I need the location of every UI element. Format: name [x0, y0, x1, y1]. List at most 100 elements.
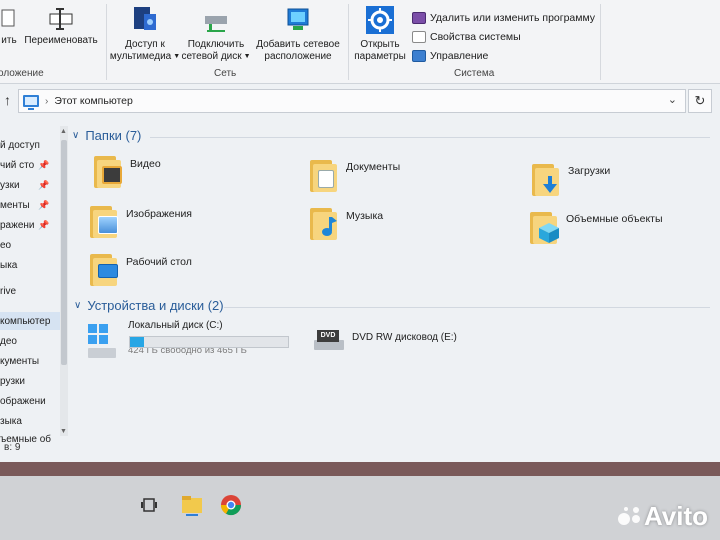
sys-item-label: Удалить или изменить программу: [430, 12, 596, 24]
nav-item-label: компьютер: [0, 315, 51, 327]
pin-icon: 📌: [38, 199, 50, 210]
drive-usage-bar: [129, 336, 289, 348]
copy-path-icon: [1, 9, 15, 27]
ribbon: ить Переименовать оложение Доступ к муль…: [0, 0, 720, 84]
chrome-icon[interactable]: [220, 494, 242, 516]
nav-item-label: кументы: [0, 355, 40, 367]
nav-item-pc-music[interactable]: зыка: [0, 412, 22, 430]
rename-button[interactable]: Переименовать: [22, 6, 100, 47]
nav-item-label: зыка: [0, 415, 22, 427]
downloads-folder-icon: [532, 160, 562, 196]
nav-item-label: део: [0, 335, 17, 347]
open-settings-button[interactable]: Открыть параметры: [350, 4, 410, 63]
dvd-drive-icon: DVD: [314, 330, 344, 352]
dvd-badge: DVD: [317, 330, 339, 342]
chevron-right-icon[interactable]: ›: [45, 96, 48, 107]
up-arrow-icon[interactable]: ↑: [4, 92, 11, 108]
refresh-icon: ↻: [694, 93, 706, 108]
address-path[interactable]: Этот компьютер: [54, 95, 133, 107]
nav-item-documents[interactable]: менты 📌: [0, 196, 49, 214]
folder-name: Изображения: [126, 208, 192, 220]
nav-item-quick-access[interactable]: й доступ: [0, 136, 40, 154]
nav-item-label: узки: [0, 179, 20, 191]
task-view-icon[interactable]: [140, 496, 160, 514]
nav-item-this-pc[interactable]: компьютер: [0, 312, 62, 330]
status-bar-count: в: 9: [4, 442, 21, 453]
ribbon-button-label: Открыть параметры: [354, 39, 406, 62]
sys-item-label: Свойства системы: [430, 31, 521, 43]
refresh-button[interactable]: ↻: [688, 89, 712, 113]
chevron-down-icon[interactable]: ∨: [74, 300, 81, 311]
media-server-icon: [134, 7, 156, 30]
folder-item-video[interactable]: Видео: [94, 152, 161, 188]
folder-name: Объемные объекты: [566, 213, 663, 225]
section-divider: [150, 137, 710, 138]
folders-section-header[interactable]: ∨ Папки (7): [72, 128, 141, 143]
network-drive-icon: [205, 16, 227, 32]
media-access-text: Доступ к мультимедиа: [109, 39, 172, 62]
folder-item-desktop[interactable]: Рабочий стол: [90, 250, 192, 286]
nav-scrollbar-thumb[interactable]: [61, 140, 67, 365]
system-group-label: Система: [454, 68, 495, 79]
section-title: Папки (7): [85, 128, 142, 143]
drive-item-dvd[interactable]: DVD DVD RW дисковод (E:): [314, 330, 457, 352]
file-explorer-taskbar-icon[interactable]: [180, 494, 204, 516]
nav-item-pc-documents[interactable]: кументы: [0, 352, 39, 370]
nav-item-pc-downloads[interactable]: рузки: [0, 372, 25, 390]
chevron-down-icon[interactable]: ⌄: [668, 93, 677, 106]
nav-item-music[interactable]: ыка: [0, 256, 17, 274]
manage-link[interactable]: Управление: [412, 48, 488, 64]
folder-item-downloads[interactable]: Загрузки: [532, 160, 610, 196]
folder-item-pictures[interactable]: Изображения: [90, 202, 192, 238]
ribbon-button-label: Доступ к мультимедиа ▼: [110, 39, 180, 62]
drive-name: Локальный диск (C:): [128, 320, 223, 331]
drives-section-header[interactable]: ∨ Устройства и диски (2): [74, 298, 224, 313]
folder-item-3d-objects[interactable]: Объемные объекты: [530, 208, 663, 244]
ribbon-button-label: Переименовать: [24, 35, 98, 46]
drive-name: DVD RW дисковод (E:): [352, 332, 457, 343]
ribbon-separator: [600, 4, 601, 80]
watermark-text: Avito: [643, 501, 708, 531]
nav-item-video[interactable]: ео: [0, 236, 11, 254]
nav-item-pc-pictures[interactable]: ображени: [0, 392, 46, 410]
nav-item-desktop[interactable]: чий сто 📌: [0, 156, 49, 174]
ribbon-button-label: Добавить сетевое расположение: [256, 39, 340, 62]
scroll-down-icon[interactable]: ▼: [60, 428, 67, 435]
nav-item-label: ображени: [0, 395, 46, 407]
pin-icon: 📌: [38, 179, 50, 190]
nav-item-label: рузки: [0, 375, 25, 387]
programs-icon: [412, 12, 426, 24]
system-properties-link[interactable]: Свойства системы: [412, 29, 521, 45]
nav-item-downloads[interactable]: узки 📌: [0, 176, 49, 194]
taskbar: [0, 476, 720, 540]
nav-item-onedrive[interactable]: rive: [0, 282, 16, 300]
address-bar[interactable]: › Этот компьютер ⌄: [18, 89, 686, 113]
address-row: ↑ › Этот компьютер ⌄ ↻: [0, 86, 720, 114]
rename-partial-button[interactable]: ить: [0, 6, 20, 47]
ribbon-separator: [348, 4, 349, 80]
media-access-button[interactable]: Доступ к мультимедиа ▼: [108, 4, 182, 63]
map-network-drive-button[interactable]: Подключить сетевой диск ▼: [180, 4, 252, 63]
pictures-folder-icon: [90, 202, 120, 238]
pin-icon: 📌: [38, 219, 50, 230]
this-pc-icon: [23, 95, 39, 110]
chevron-down-icon: ▼: [243, 53, 251, 60]
add-network-location-button[interactable]: Добавить сетевое расположение: [252, 4, 344, 63]
scroll-up-icon[interactable]: ▲: [60, 128, 67, 135]
sys-item-label: Управление: [430, 50, 489, 62]
nav-item-pc-video[interactable]: део: [0, 332, 17, 350]
folder-item-music[interactable]: Музыка: [310, 204, 383, 240]
nav-item-label: й доступ: [0, 139, 40, 151]
folder-item-documents[interactable]: Документы: [310, 156, 400, 192]
nav-item-pictures[interactable]: ражени 📌: [0, 216, 49, 234]
uninstall-program-link[interactable]: Удалить или изменить программу: [412, 10, 595, 26]
local-disk-icon: [88, 320, 116, 358]
gear-icon: [366, 6, 394, 34]
folder-name: Видео: [130, 158, 161, 170]
rename-icon: [49, 8, 73, 30]
navigation-pane: й доступ чий сто 📌 узки 📌 менты 📌 ражени 📌 е…: [0, 126, 68, 456]
chevron-down-icon[interactable]: ∨: [72, 130, 79, 141]
video-folder-icon: [94, 152, 124, 188]
ribbon-button-label: ить: [1, 35, 17, 46]
folder-name: Загрузки: [568, 165, 611, 177]
